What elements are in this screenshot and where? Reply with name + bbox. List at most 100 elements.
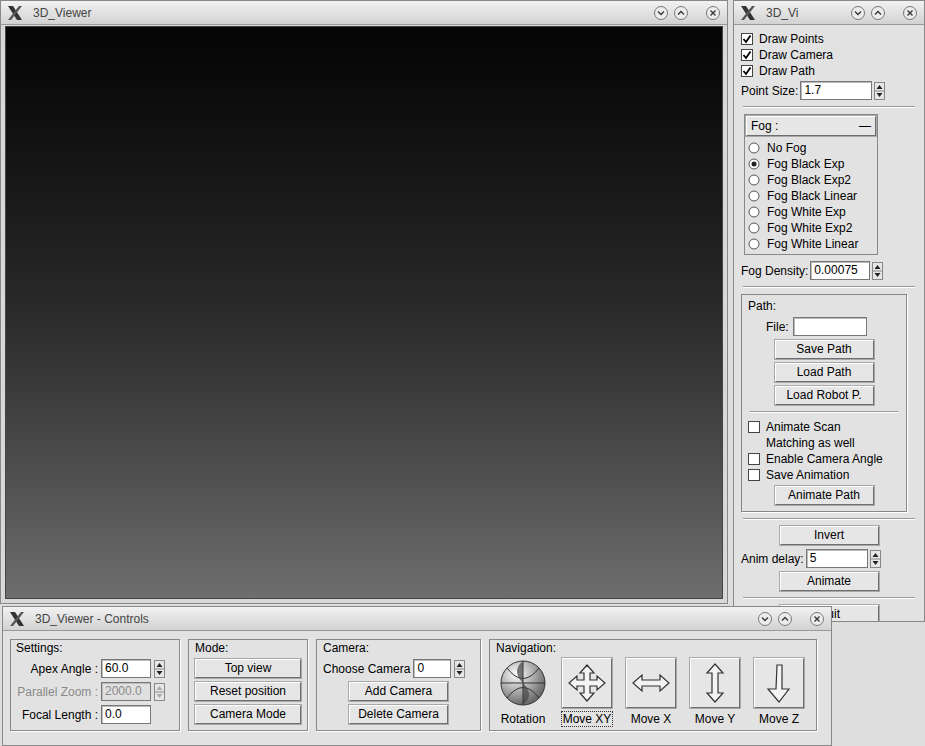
minimize-button[interactable] [653,5,669,21]
fog-option[interactable]: Fog Black Linear [748,188,874,204]
separator [743,106,915,108]
separator [743,518,915,520]
path-title: Path: [748,297,900,315]
navigation-tool[interactable]: Move Y [688,658,742,727]
x-logo-icon [740,5,756,21]
navigation-tool[interactable]: Rotation [496,658,550,727]
checkbox-icon[interactable] [741,33,753,45]
mode-button[interactable]: Top view [195,659,301,678]
controls-title-bar[interactable]: 3D_Viewer - Controls [3,607,831,631]
collapse-button[interactable]: — [859,117,871,135]
path-option[interactable]: Animate ScanMatching as well [748,419,900,451]
camera-input[interactable]: 0 [413,659,451,678]
camera-button[interactable]: Add Camera [349,682,448,701]
camera-group: Camera:Choose Camera0Add CameraDelete Ca… [316,639,481,731]
checkbox-row[interactable]: Draw Points [741,31,917,47]
side-title-bar[interactable]: 3D_Vi [734,1,924,25]
setting-input[interactable]: 60.0 [101,659,151,678]
radio-icon[interactable] [748,206,760,218]
spinner-icon[interactable] [874,82,885,100]
viewer-title-bar[interactable]: 3D_Viewer [1,1,727,25]
cross-arrow-icon [567,663,607,703]
fog-option[interactable]: Fog White Exp2 [748,220,874,236]
setting-input[interactable]: 2000.0 [101,682,151,701]
fog-option[interactable]: Fog Black Exp [748,156,874,172]
path-button[interactable]: Load Robot P. [775,386,874,405]
animate-path-button[interactable]: Animate Path [775,486,874,505]
checkbox-row[interactable]: Draw Path [741,63,917,79]
minimize-button[interactable] [757,611,773,627]
spinner-icon[interactable] [870,550,881,568]
navigation-tool[interactable]: Move Z [752,658,806,727]
anim-delay-input[interactable]: 5 [806,549,868,568]
mode-group: Mode:Top viewReset positionCamera Mode [188,639,308,731]
path-option[interactable]: Enable Camera Angle [748,451,900,467]
path-button[interactable]: Save Path [775,340,874,359]
fog-option[interactable]: No Fog [748,140,874,156]
spinner-icon[interactable] [454,660,465,678]
close-button[interactable] [809,611,825,627]
window-title: 3D_Viewer - Controls [35,610,149,628]
viewer-window: 3D_Viewer [0,0,728,604]
path-group: Path:File:Save PathLoad PathLoad Robot P… [741,294,907,512]
side-window: 3D_ViDraw PointsDraw CameraDraw PathPoin… [733,0,925,622]
radio-icon[interactable] [748,174,760,186]
settings-group: Settings:Apex Angle :60.0Parallel Zoom :… [10,639,180,731]
animate-button[interactable]: Animate [780,572,879,591]
minimize-button[interactable] [850,5,866,21]
navigation-tool[interactable]: Move XY [560,658,614,727]
fog-option[interactable]: Fog Black Exp2 [748,172,874,188]
path-option[interactable]: Save Animation [748,467,900,483]
desktop: 3D_Viewer 3D_Vi Draw PointsDraw CameraDraw… [0,0,925,746]
mode-button[interactable]: Camera Mode [195,705,301,724]
point-size-input[interactable]: 1.7 [800,81,872,100]
spinner-icon[interactable] [154,683,165,701]
fog-option[interactable]: Fog White Linear [748,236,874,252]
radio-icon[interactable] [748,158,760,170]
fog-group: Fog :—No FogFog Black ExpFog Black Exp2F… [744,114,878,255]
checkbox-icon[interactable] [741,49,753,61]
window-title: 3D_Vi [766,4,798,22]
fog-header[interactable]: Fog :— [746,116,876,136]
spinner-icon[interactable] [154,660,165,678]
checkbox-row[interactable]: Draw Camera [741,47,917,63]
camera-button[interactable]: Delete Camera [349,705,448,724]
x-logo-icon [9,611,25,627]
mode-button[interactable]: Reset position [195,682,301,701]
path-file-input[interactable] [793,317,867,336]
close-button[interactable] [902,5,918,21]
path-button[interactable]: Load Path [775,363,874,382]
checkbox-icon[interactable] [748,469,760,481]
invert-button[interactable]: Invert [780,526,879,545]
checkbox-icon[interactable] [748,453,760,465]
fog-density-input[interactable]: 0.00075 [810,261,870,280]
checkbox-icon[interactable] [741,65,753,77]
radio-icon[interactable] [748,222,760,234]
setting-row: Apex Angle :60.0 [16,659,174,678]
maximize-button[interactable] [673,5,689,21]
navigation-tool[interactable]: Move X [624,658,678,727]
navigation-group: Navigation:RotationMove XYMove XMove YMo… [489,639,817,731]
fog-option[interactable]: Fog White Exp [748,204,874,220]
separator [743,286,915,288]
checkbox-icon[interactable] [748,421,760,433]
vertical-arrow-icon [695,663,735,703]
close-button[interactable] [705,5,721,21]
separator [743,597,915,599]
x-logo-icon [7,5,23,21]
window-title: 3D_Viewer [33,4,91,22]
setting-input[interactable]: 0.0 [101,705,151,724]
anim-delay-row: Anim delay:5 [741,549,881,568]
radio-icon[interactable] [748,142,760,154]
depth-arrow-icon [759,663,799,703]
maximize-button[interactable] [870,5,886,21]
rotation-ball-icon [499,659,547,707]
radio-icon[interactable] [748,190,760,202]
spinner-icon[interactable] [872,262,883,280]
maximize-button[interactable] [777,611,793,627]
radio-icon[interactable] [748,238,760,250]
setting-row: Parallel Zoom :2000.0 [16,682,174,701]
controls-window: 3D_Viewer - Controls Settings:Apex Angle … [2,606,832,746]
point-cloud-view[interactable] [5,26,723,599]
horizontal-arrow-icon [631,663,671,703]
